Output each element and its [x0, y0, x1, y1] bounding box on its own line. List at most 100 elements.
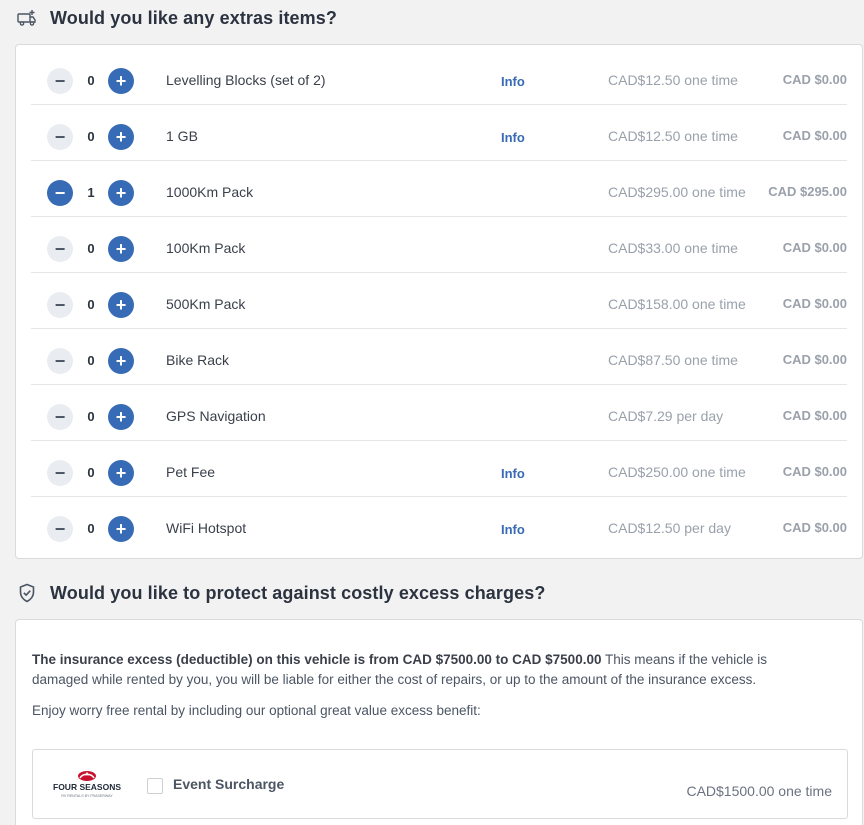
extra-item-total: CAD $0.00 — [782, 240, 847, 255]
protection-header: Would you like to protect against costly… — [16, 575, 545, 611]
extra-item-row: − 0 +100Km Pack CAD$33.00 one time CAD $0.00 — [31, 217, 847, 273]
extra-item-total: CAD $0.00 — [782, 128, 847, 143]
event-surcharge-label[interactable]: Event Surcharge — [173, 776, 284, 792]
extra-item-price: CAD$295.00 one time — [608, 184, 746, 200]
logo-title: FOUR SEASONS — [53, 782, 121, 792]
minus-icon: − — [54, 462, 66, 483]
extra-item-name: 500Km Pack — [166, 296, 246, 312]
extra-item-name: 1000Km Pack — [166, 184, 254, 200]
plus-button[interactable]: + — [108, 516, 134, 542]
minus-button[interactable]: − — [47, 404, 73, 430]
extra-item-name: Levelling Blocks (set of 2) — [166, 72, 326, 88]
quantity-value: 0 — [87, 521, 95, 536]
plus-button[interactable]: + — [108, 460, 134, 486]
protection-title: Would you like to protect against costly… — [50, 582, 546, 603]
extra-item-row: − 0 + Bike Rack CAD$87.50 one time CAD $0.00 — [31, 329, 847, 385]
info-link[interactable]: Info — [501, 522, 525, 537]
minus-icon: − — [54, 238, 66, 259]
plus-icon: + — [115, 518, 127, 539]
extra-item-row: − 0 + Pet Fee Info CAD$250.00 one time CAD $0.… — [31, 441, 847, 497]
info-link[interactable]: Info — [501, 130, 525, 145]
plus-button[interactable]: + — [108, 404, 134, 430]
info-link[interactable]: Info — [501, 466, 525, 481]
extra-item-price: CAD$12.50 one time — [608, 128, 738, 144]
minus-icon: − — [54, 294, 66, 315]
van-plus-icon — [16, 7, 38, 29]
extra-item-name: 1 GB — [166, 128, 198, 144]
plus-button[interactable]: + — [108, 292, 134, 318]
minus-icon: − — [54, 350, 66, 371]
minus-button[interactable]: − — [47, 68, 73, 94]
minus-icon: − — [54, 126, 66, 147]
minus-button[interactable]: − — [47, 292, 73, 318]
minus-button[interactable]: − — [47, 236, 73, 262]
plus-button[interactable]: + — [108, 180, 134, 206]
extra-item-price: CAD$7.29 per day — [608, 408, 724, 424]
extra-item-row: − 0 +1 GB Info CAD$12.50 one time CAD $0.00 — [31, 105, 847, 161]
plus-icon: + — [115, 294, 127, 315]
plus-button[interactable]: + — [108, 236, 134, 262]
extras-header: Would you like any extras items? — [16, 0, 337, 36]
extra-item-row: − 1 +1000Km Pack CAD$295.00 one time CAD $29… — [31, 161, 847, 217]
minus-icon: − — [54, 70, 66, 91]
extra-item-total: CAD $0.00 — [782, 408, 847, 423]
extra-item-total: CAD $0.00 — [782, 296, 847, 311]
extra-item-total: CAD $0.00 — [782, 464, 847, 479]
extra-item-total: CAD $295.00 — [768, 184, 847, 199]
minus-button[interactable]: − — [47, 460, 73, 486]
minus-button[interactable]: − — [47, 180, 73, 206]
quantity-value: 0 — [87, 73, 95, 88]
quantity-value: 1 — [87, 185, 95, 200]
plus-button[interactable]: + — [108, 124, 134, 150]
plus-icon: + — [115, 126, 127, 147]
minus-icon: − — [54, 182, 66, 203]
extra-item-name: WiFi Hotspot — [166, 520, 247, 536]
quantity-value: 0 — [87, 129, 95, 144]
quantity-value: 0 — [87, 465, 95, 480]
minus-icon: − — [54, 406, 66, 427]
plus-icon: + — [115, 238, 127, 259]
plus-icon: + — [115, 182, 127, 203]
event-surcharge-price: CAD$1500.00 one time — [686, 783, 832, 799]
shield-check-icon — [16, 582, 38, 604]
extra-item-price: CAD$33.00 one time — [608, 240, 738, 256]
minus-button[interactable]: − — [47, 348, 73, 374]
four-seasons-logo: FOUR SEASONS RV RENTALS BY FRASERWAY — [53, 770, 121, 800]
extra-item-price: CAD$12.50 one time — [608, 72, 738, 88]
plus-button[interactable]: + — [108, 348, 134, 374]
quantity-value: 0 — [87, 241, 95, 256]
extra-item-price: CAD$250.00 one time — [608, 464, 746, 480]
excess-description: The insurance excess (deductible) on thi… — [32, 650, 822, 690]
extra-item-total: CAD $0.00 — [782, 72, 847, 87]
extra-item-name: 100Km Pack — [166, 240, 246, 256]
extra-item-row: − 0 +500Km Pack CAD$158.00 one time CAD $0.0… — [31, 273, 847, 329]
minus-button[interactable]: − — [47, 516, 73, 542]
extra-item-price: CAD$158.00 one time — [608, 296, 746, 312]
plus-icon: + — [115, 406, 127, 427]
extras-card: − 0 + Levelling Blocks (set of 2) Info CAD$12… — [15, 44, 863, 559]
minus-icon: − — [54, 518, 66, 539]
extra-item-total: CAD $0.00 — [782, 520, 847, 535]
excess-amount-text: The insurance excess (deductible) on thi… — [32, 652, 602, 667]
extra-item-total: CAD $0.00 — [782, 352, 847, 367]
excess-option: FOUR SEASONS RV RENTALS BY FRASERWAY Eve… — [32, 749, 848, 819]
excess-benefit-intro: Enjoy worry free rental by including our… — [32, 703, 481, 718]
plus-icon: + — [115, 70, 127, 91]
info-link[interactable]: Info — [501, 74, 525, 89]
extra-item-row: − 0 + Levelling Blocks (set of 2) Info CAD$12… — [31, 49, 847, 105]
protection-card: The insurance excess (deductible) on thi… — [15, 619, 863, 825]
quantity-value: 0 — [87, 353, 95, 368]
extras-title: Would you like any extras items? — [50, 7, 337, 28]
plus-button[interactable]: + — [108, 68, 134, 94]
extra-item-row: − 0 + WiFi Hotspot Info CAD$12.50 per day CAD … — [31, 497, 847, 553]
extra-item-name: Pet Fee — [166, 464, 216, 480]
minus-button[interactable]: − — [47, 124, 73, 150]
extra-item-name: GPS Navigation — [166, 408, 266, 424]
plus-icon: + — [115, 350, 127, 371]
logo-subtitle: RV RENTALS BY FRASERWAY — [61, 794, 113, 798]
quantity-value: 0 — [87, 297, 95, 312]
quantity-value: 0 — [87, 409, 95, 424]
extra-item-price: CAD$12.50 per day — [608, 520, 731, 536]
plus-icon: + — [115, 462, 127, 483]
event-surcharge-checkbox[interactable] — [147, 778, 163, 794]
